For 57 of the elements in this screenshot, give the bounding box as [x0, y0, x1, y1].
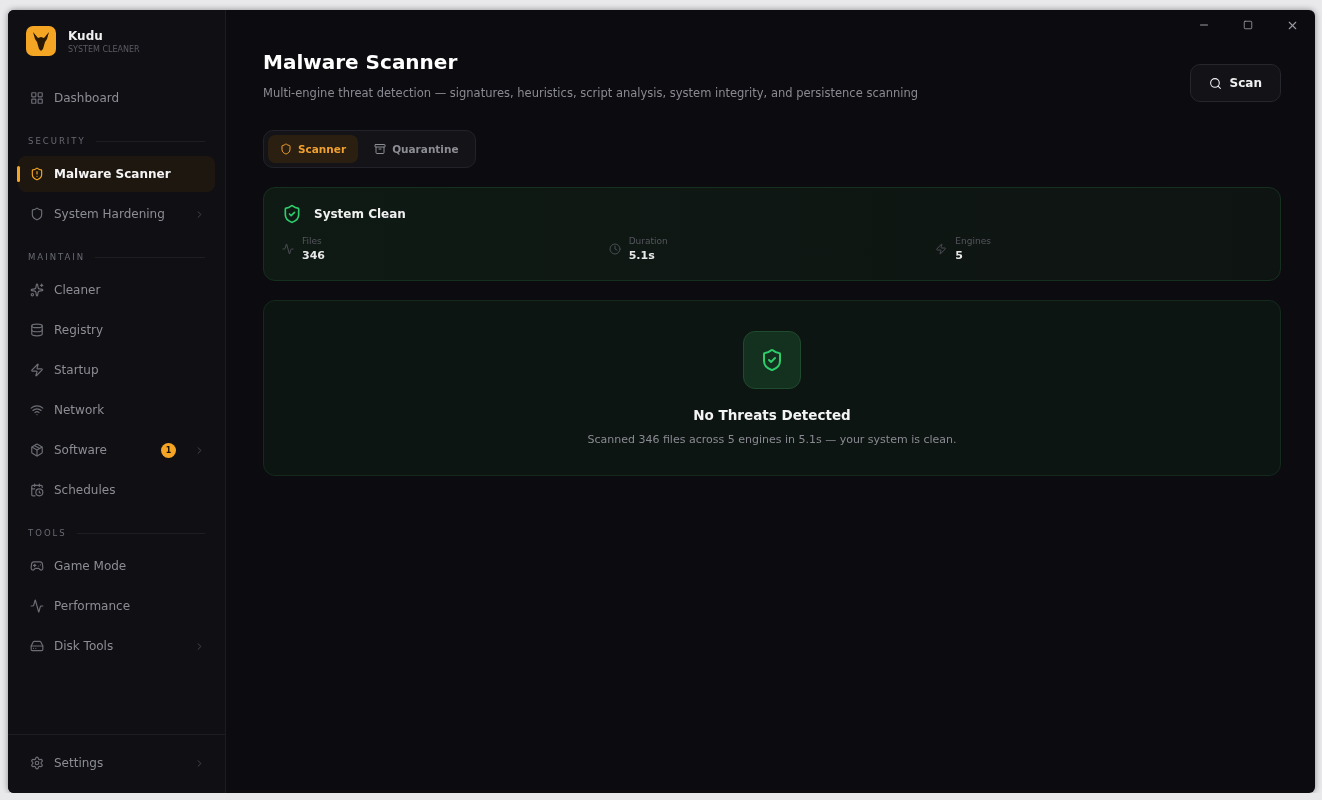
app-subtitle: SYSTEM CLEANER [68, 44, 140, 54]
stat-label: Duration [628, 236, 668, 246]
sidebar-item[interactable]: Registry [18, 312, 215, 348]
shield-check-icon [282, 204, 302, 224]
sidebar-item[interactable]: Cleaner [18, 272, 215, 308]
sidebar-item[interactable]: Software 1 [18, 432, 215, 468]
sidebar-item[interactable]: Settings [18, 745, 215, 781]
page-title: Malware Scanner [263, 50, 459, 74]
logo-icon [26, 26, 56, 56]
section-heading: TOOLS [28, 528, 67, 538]
grid-icon [30, 91, 44, 105]
search-icon [1208, 76, 1222, 90]
count-badge: 1 [161, 442, 176, 458]
wifi-icon [30, 403, 44, 417]
chevron-icon [194, 757, 205, 769]
settings-icon [30, 756, 44, 770]
shield-icon [30, 207, 44, 221]
lightning-icon [30, 363, 44, 377]
pulse-icon [30, 599, 44, 613]
sidebar-item[interactable]: Dashboard [18, 80, 215, 116]
active-indicator [17, 166, 20, 182]
pulse-icon [282, 243, 294, 255]
result-title: No Threats Detected [693, 407, 851, 423]
stat-value: 5.1s [628, 249, 656, 262]
stat-value: 346 [302, 249, 325, 262]
scan-button[interactable]: Scan [1189, 64, 1281, 102]
lightning-icon [935, 243, 948, 255]
database-icon [30, 323, 44, 337]
sidebar-item[interactable]: Startup [18, 352, 215, 388]
sidebar-item[interactable]: Schedules [18, 472, 215, 508]
package-icon [30, 443, 44, 457]
sparkles-icon [30, 283, 44, 297]
sidebar-item[interactable]: Disk Tools [18, 628, 215, 664]
clock-icon [608, 243, 621, 255]
sidebar-item[interactable]: Malware Scanner [18, 156, 215, 192]
gamepad-icon [30, 559, 44, 573]
result-message: Scanned 346 files across 5 engines in 5.1s — your system is clean. [587, 433, 957, 446]
tab[interactable]: Quarantine [362, 135, 471, 163]
sidebar-item[interactable]: Game Mode [18, 548, 215, 584]
shield-icon [280, 143, 292, 155]
tab[interactable]: Scanner [268, 135, 359, 163]
archive-icon [374, 143, 387, 155]
drive-icon [30, 639, 44, 653]
calendar-icon [30, 483, 44, 497]
stat-label: Engines [955, 236, 991, 246]
section-heading: MAINTAIN [28, 252, 86, 262]
stat-value: 5 [955, 249, 964, 262]
stat-label: Files [302, 236, 323, 246]
shield-check-icon [743, 331, 801, 389]
page-description: Multi-engine threat detection — signatures, heuristics, script analysis, system integrity, and persistence scanning [263, 86, 919, 100]
sidebar-item[interactable]: Performance [18, 588, 215, 624]
shield-icon [30, 167, 44, 181]
section-heading: SECURITY [28, 136, 86, 146]
sidebar-item[interactable]: Network [18, 392, 215, 428]
status-title: System Clean [314, 207, 406, 221]
sidebar-item[interactable]: System Hardening [18, 196, 215, 232]
app-name: Kudu [68, 28, 104, 43]
